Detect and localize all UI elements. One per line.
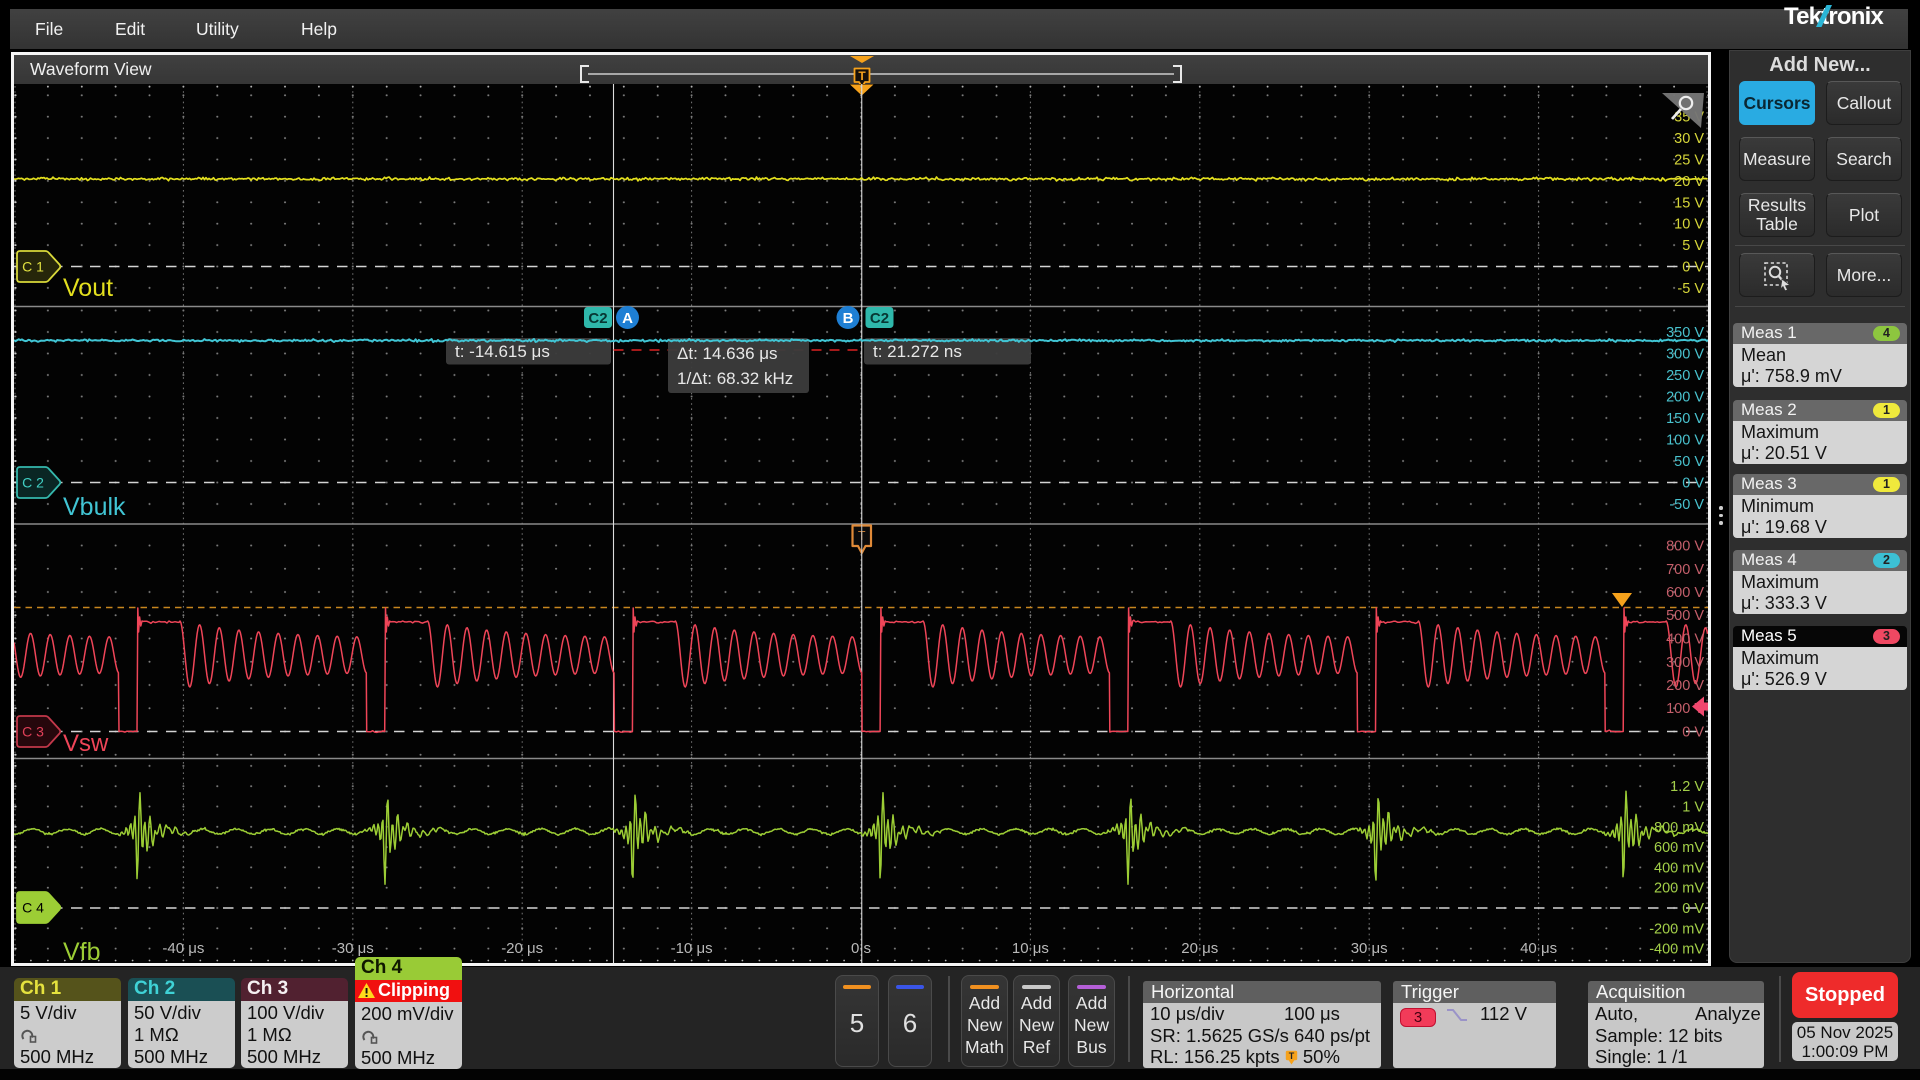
svg-text:100 V: 100 V — [1666, 433, 1704, 449]
svg-text:-50 V: -50 V — [1669, 497, 1704, 513]
svg-text:600 V: 600 V — [1666, 585, 1704, 601]
svg-text:-400 mV: -400 mV — [1649, 942, 1704, 958]
svg-text:0 V: 0 V — [1682, 476, 1704, 492]
svg-text:800 mV: 800 mV — [1654, 820, 1704, 836]
svg-text:0 V: 0 V — [1682, 901, 1704, 917]
svg-text:300 V: 300 V — [1666, 347, 1704, 363]
svg-text:200 mV: 200 mV — [1654, 881, 1704, 897]
svg-text:A: A — [622, 310, 633, 327]
svg-text:10 μs: 10 μs — [1012, 940, 1049, 957]
svg-text:B: B — [843, 310, 854, 327]
svg-text:-20 μs: -20 μs — [501, 940, 543, 957]
svg-text:200 V: 200 V — [1666, 390, 1704, 406]
svg-text:C 1: C 1 — [22, 259, 44, 275]
svg-text:600 mV: 600 mV — [1654, 840, 1704, 856]
svg-text:0 V: 0 V — [1682, 260, 1704, 276]
svg-text:C2: C2 — [588, 310, 607, 327]
svg-text:0 s: 0 s — [851, 940, 871, 957]
svg-text:0 V: 0 V — [1682, 725, 1704, 741]
svg-text:300 V: 300 V — [1666, 655, 1704, 671]
svg-text:C 2: C 2 — [22, 475, 44, 491]
svg-text:C 4: C 4 — [22, 900, 44, 916]
svg-text:-30 μs: -30 μs — [332, 940, 374, 957]
svg-text:Δt: 14.636 μs: Δt: 14.636 μs — [677, 344, 778, 363]
svg-text:30 V: 30 V — [1674, 131, 1704, 147]
svg-text:25 V: 25 V — [1674, 153, 1704, 169]
svg-text:Vout: Vout — [63, 274, 113, 302]
svg-text:C 3: C 3 — [22, 724, 44, 740]
svg-text:Vfb: Vfb — [63, 938, 101, 963]
svg-text:400 mV: 400 mV — [1654, 860, 1704, 876]
svg-text:200 V: 200 V — [1666, 678, 1704, 694]
svg-text:T: T — [858, 69, 866, 83]
svg-text:40 μs: 40 μs — [1520, 940, 1557, 957]
svg-text:20 V: 20 V — [1674, 174, 1704, 190]
svg-text:C2: C2 — [870, 310, 889, 327]
svg-text:5 V: 5 V — [1682, 238, 1704, 254]
svg-text:10 V: 10 V — [1674, 217, 1704, 233]
svg-text:1/Δt: 68.32 kHz: 1/Δt: 68.32 kHz — [677, 369, 793, 388]
svg-text:250 V: 250 V — [1666, 368, 1704, 384]
svg-text:1 V: 1 V — [1682, 800, 1704, 816]
svg-text:30 μs: 30 μs — [1351, 940, 1388, 957]
svg-text:-10 μs: -10 μs — [671, 940, 713, 957]
svg-text:50 V: 50 V — [1674, 454, 1704, 470]
svg-text:800 V: 800 V — [1666, 539, 1704, 555]
svg-text:500 V: 500 V — [1666, 608, 1704, 624]
svg-text:150 V: 150 V — [1666, 411, 1704, 427]
svg-text:400 V: 400 V — [1666, 632, 1704, 648]
svg-text:1.2 V: 1.2 V — [1670, 779, 1704, 795]
svg-text:-200 mV: -200 mV — [1649, 921, 1704, 937]
svg-text:350 V: 350 V — [1666, 325, 1704, 341]
svg-text:t: -14.615 μs: t: -14.615 μs — [455, 342, 550, 361]
svg-text:Vbulk: Vbulk — [63, 493, 126, 521]
svg-text:-5 V: -5 V — [1677, 281, 1704, 297]
svg-text:15 V: 15 V — [1674, 195, 1704, 211]
svg-text:20 μs: 20 μs — [1181, 940, 1218, 957]
svg-text:t: 21.272 ns: t: 21.272 ns — [873, 342, 962, 361]
svg-text:-40 μs: -40 μs — [162, 940, 204, 957]
svg-text:T: T — [1288, 1051, 1294, 1061]
svg-text:Vsw: Vsw — [63, 730, 109, 757]
svg-text:Tektronix: Tektronix — [1784, 3, 1884, 30]
svg-text:700 V: 700 V — [1666, 562, 1704, 578]
